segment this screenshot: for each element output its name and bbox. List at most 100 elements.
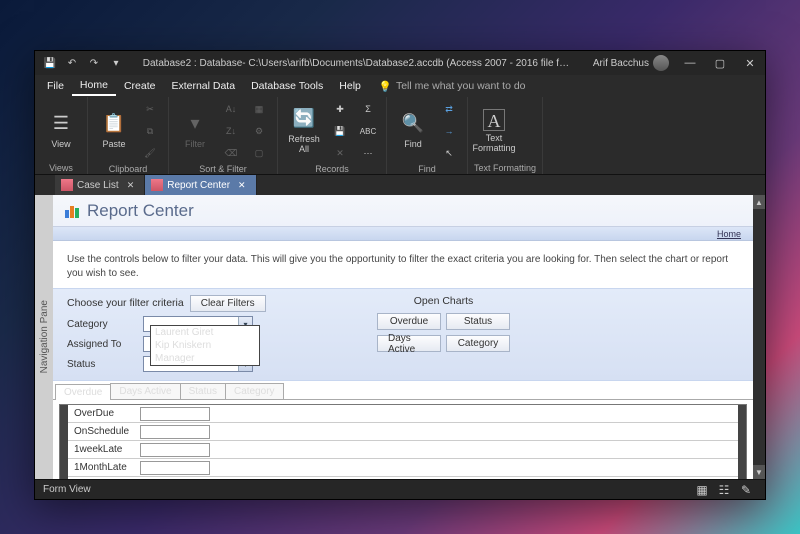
clear-filters-button[interactable]: Clear Filters: [190, 295, 266, 312]
minimize-button[interactable]: —: [675, 51, 705, 75]
more-records-button[interactable]: ⋯: [356, 143, 380, 163]
chart-status-button[interactable]: Status: [446, 313, 510, 330]
sigma-icon: Σ: [365, 104, 371, 114]
sort-desc-button: Z↓: [219, 121, 243, 141]
select-button[interactable]: ↖: [437, 143, 461, 163]
tell-me-search[interactable]: 💡 Tell me what you want to do: [369, 80, 765, 93]
form-icon: [151, 179, 163, 191]
refresh-icon: 🔄: [293, 108, 315, 132]
search-icon: 💡: [379, 80, 392, 93]
paste-icon: 📋: [103, 113, 125, 137]
find-button[interactable]: 🔍 Find: [393, 103, 433, 159]
home-link[interactable]: Home: [717, 229, 741, 239]
value-cell[interactable]: [140, 461, 210, 475]
ribbon-group-textfmt: A Text Formatting Text Formatting: [468, 97, 543, 174]
replace-button[interactable]: ⇄: [437, 99, 461, 119]
form-view-icon[interactable]: ▦: [691, 483, 713, 497]
qat-dropdown-icon[interactable]: ▾: [107, 58, 125, 69]
view-button[interactable]: ☰ View: [41, 103, 81, 159]
report-center-form: Report Center Home Use the controls belo…: [53, 195, 753, 479]
menu-home[interactable]: Home: [72, 76, 116, 96]
new-icon: ✚: [336, 104, 344, 115]
menu-create[interactable]: Create: [116, 77, 164, 95]
delete-icon: ✕: [336, 148, 344, 159]
document-tabs: Case List ✕ Report Center ✕: [35, 175, 765, 195]
dropdown-option[interactable]: Manager: [151, 352, 259, 365]
view-icon: ☰: [53, 113, 69, 137]
dropdown-option[interactable]: Kip Kniskern: [151, 339, 259, 352]
table-row: OnSchedule: [68, 423, 738, 441]
funnel-icon: ▾: [190, 113, 199, 137]
ribbon-group-clipboard: 📋 Paste ✂ ⧉ 🖌 Clipboard: [88, 97, 169, 174]
instruction-text: Use the controls below to filter your da…: [53, 241, 753, 288]
paste-button[interactable]: 📋 Paste: [94, 103, 134, 159]
scroll-down-icon[interactable]: ▼: [753, 465, 765, 479]
chart-category-button[interactable]: Category: [446, 335, 510, 352]
close-icon[interactable]: ✕: [127, 180, 135, 191]
statusbar: Form View ▦ ☷ ✎: [35, 479, 765, 499]
group-label-find: Find: [393, 163, 461, 174]
chart-overdue-button[interactable]: Overdue: [377, 313, 441, 330]
save-record-button[interactable]: 💾: [328, 121, 352, 141]
menu-help[interactable]: Help: [331, 77, 369, 95]
grid-scrollbar[interactable]: [738, 405, 746, 479]
avatar: [653, 55, 669, 71]
brush-icon: 🖌: [144, 148, 155, 159]
menu-database-tools[interactable]: Database Tools: [243, 77, 331, 95]
category-label: Category: [67, 319, 137, 330]
record-selector[interactable]: [60, 405, 68, 479]
value-cell[interactable]: [140, 425, 210, 439]
user-name: Arif Bacchus: [593, 58, 649, 69]
save-icon[interactable]: 💾: [41, 58, 59, 69]
table-row: OverDue: [68, 405, 738, 423]
totals-button[interactable]: Σ: [356, 99, 380, 119]
new-record-button[interactable]: ✚: [328, 99, 352, 119]
toggle-icon: ▢: [255, 148, 264, 159]
maximize-button[interactable]: ▢: [705, 51, 735, 75]
menu-file[interactable]: File: [39, 77, 72, 95]
tab-report-center[interactable]: Report Center ✕: [145, 175, 256, 195]
filter-button: ▾ Filter: [175, 103, 215, 159]
filters-panel: Choose your filter criteria Clear Filter…: [53, 288, 753, 381]
app-window: 💾 ↶ ↷ ▾ Database2 : Database- C:\Users\a…: [34, 50, 766, 500]
undo-icon[interactable]: ↶: [63, 58, 81, 69]
report-tab-category[interactable]: Category: [225, 383, 284, 399]
form-title: Report Center: [87, 201, 194, 221]
table-row: 1MonthLate: [68, 459, 738, 477]
dropdown-option[interactable]: Laurent Giret: [151, 326, 259, 339]
form-banner: Home: [53, 227, 753, 241]
scroll-track[interactable]: [753, 209, 765, 465]
design-view-icon[interactable]: ✎: [735, 483, 757, 497]
user-area[interactable]: Arif Bacchus: [587, 55, 675, 71]
value-cell[interactable]: [140, 407, 210, 421]
menu-external-data[interactable]: External Data: [163, 77, 243, 95]
navigation-pane-collapsed[interactable]: Navigation Pane: [35, 195, 53, 479]
advanced-filter-button: ⚙: [247, 121, 271, 141]
report-tabs: Overdue Days Active Status Category: [53, 383, 753, 400]
format-painter-button: 🖌: [138, 143, 162, 163]
chart-days-active-button[interactable]: Days Active: [377, 335, 441, 352]
refresh-all-button[interactable]: 🔄 Refresh All: [284, 103, 324, 159]
vertical-scrollbar[interactable]: ▲ ▼: [753, 195, 765, 479]
value-cell[interactable]: [140, 443, 210, 457]
spelling-button[interactable]: ABC: [356, 121, 380, 141]
report-tab-status[interactable]: Status: [180, 383, 226, 399]
group-label-textfmt: Text Formatting: [474, 162, 536, 173]
group-label-clipboard: Clipboard: [94, 163, 162, 174]
redo-icon[interactable]: ↷: [85, 58, 103, 69]
tab-label: Report Center: [167, 180, 230, 191]
close-button[interactable]: ✕: [735, 51, 765, 75]
tab-case-list[interactable]: Case List ✕: [55, 175, 145, 195]
report-tab-overdue[interactable]: Overdue: [55, 384, 111, 400]
toggle-filter-button: ▢: [247, 143, 271, 163]
menubar: File Home Create External Data Database …: [35, 75, 765, 97]
text-formatting-button[interactable]: A Text Formatting: [474, 103, 514, 159]
titlebar: 💾 ↶ ↷ ▾ Database2 : Database- C:\Users\a…: [35, 51, 765, 75]
status-label: Status: [67, 359, 137, 370]
view-mode-label: Form View: [43, 484, 91, 495]
report-tab-days-active[interactable]: Days Active: [110, 383, 180, 399]
close-icon[interactable]: ✕: [238, 180, 246, 191]
goto-button[interactable]: →: [437, 121, 461, 141]
layout-view-icon[interactable]: ☷: [713, 483, 735, 497]
scroll-up-icon[interactable]: ▲: [753, 195, 765, 209]
